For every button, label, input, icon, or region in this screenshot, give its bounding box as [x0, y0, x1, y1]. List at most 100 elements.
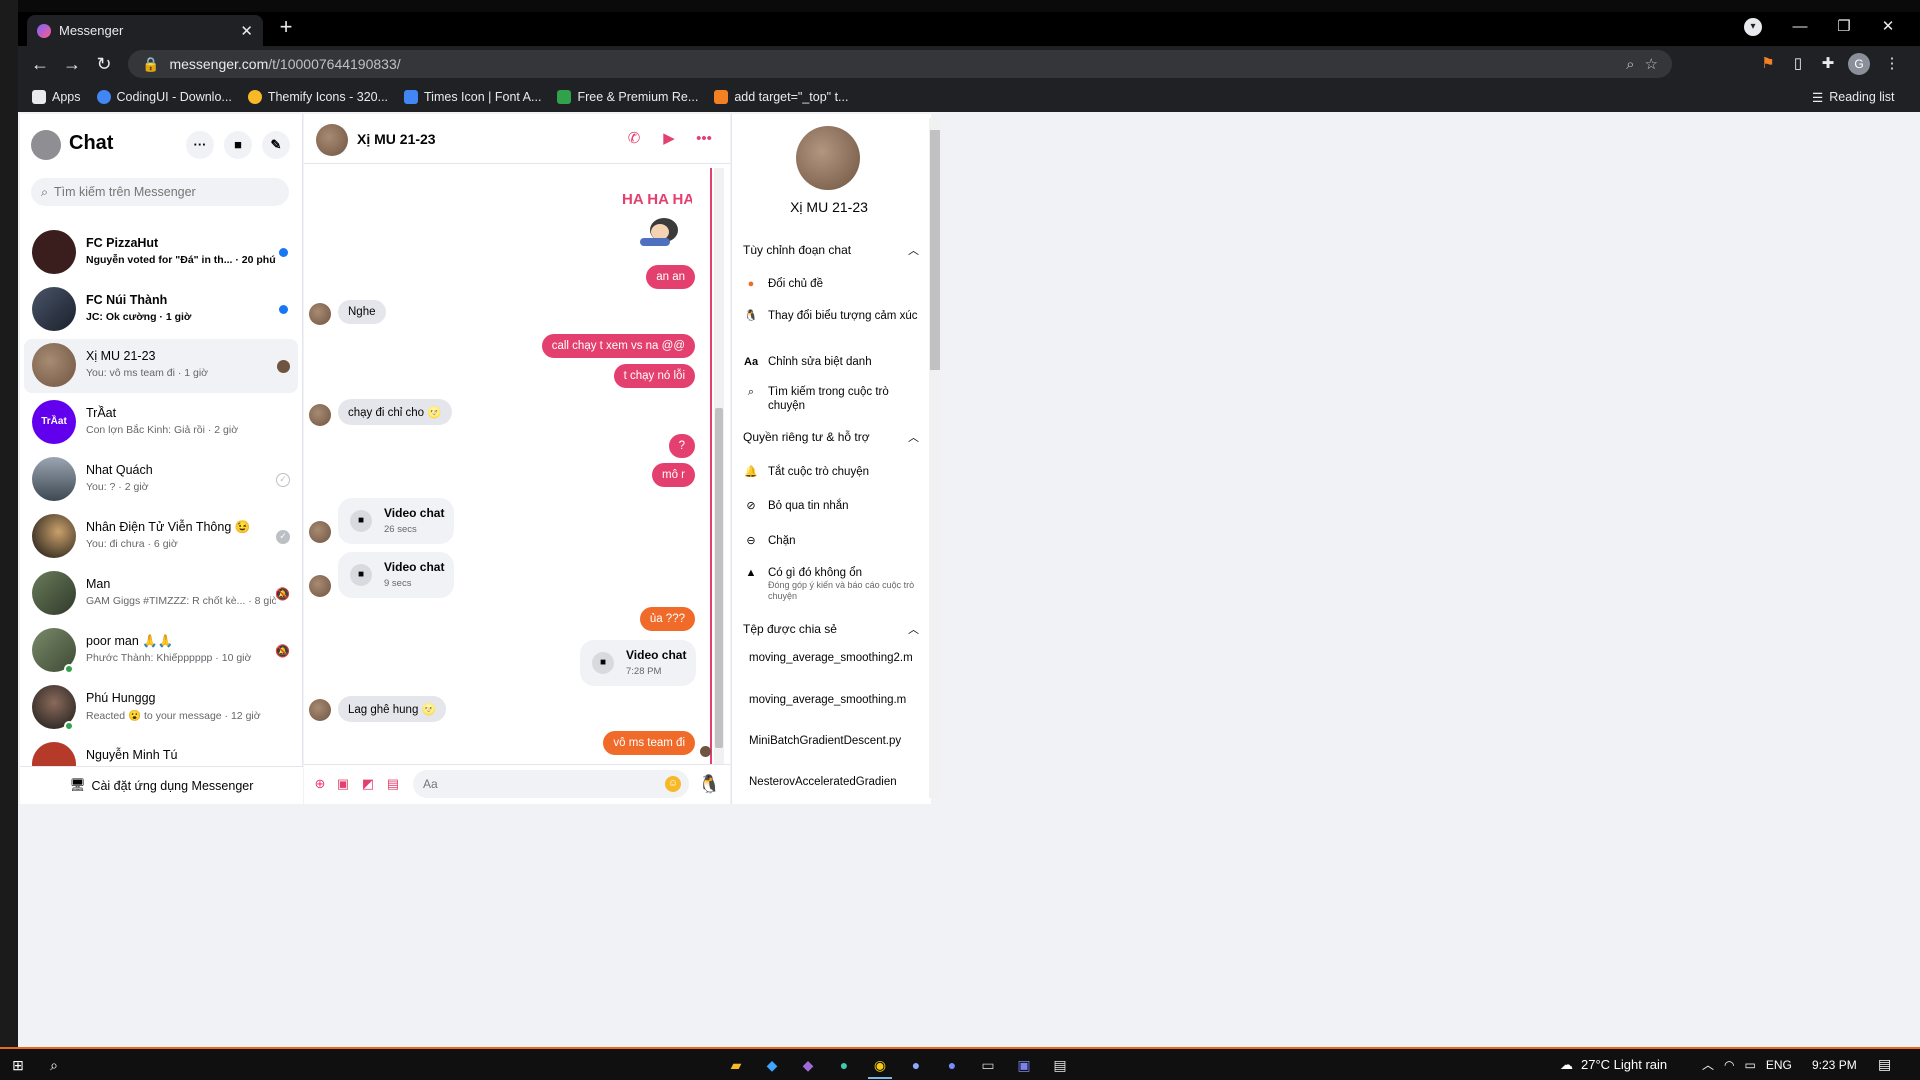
windows-start-icon[interactable]: ⊞ — [6, 1053, 30, 1077]
chevron-up-icon[interactable]: ︿ — [1702, 1056, 1714, 1073]
more-info-icon[interactable]: ••• — [693, 128, 715, 150]
bookmark-themify[interactable]: Themify Icons - 320... — [247, 90, 388, 104]
options-button[interactable]: ··· — [186, 131, 214, 159]
video-chat-card[interactable]: ■ Video chat 7:28 PM — [580, 640, 696, 686]
edge-icon[interactable]: ● — [832, 1053, 856, 1077]
clock[interactable]: 9:23 PM — [1812, 1049, 1857, 1080]
message-in[interactable]: Lag ghê hung 🌝 — [338, 696, 446, 722]
system-tray[interactable]: ︿ ◠ ▭ ENG — [1702, 1049, 1792, 1080]
messenger-icon[interactable]: ● — [904, 1053, 928, 1077]
tab-search-icon[interactable]: ▾ — [1744, 18, 1762, 36]
change-theme-item[interactable]: ● Đổi chủ đề — [744, 277, 920, 291]
reload-button[interactable]: ↻ — [90, 50, 118, 78]
visual-studio-icon[interactable]: ◆ — [796, 1053, 820, 1077]
language-indicator[interactable]: ENG — [1766, 1058, 1792, 1072]
bookmark-add-target[interactable]: add target="_top" t... — [714, 90, 848, 104]
terminal-icon[interactable]: ▭ — [976, 1053, 1000, 1077]
gif-icon[interactable]: ▤ — [384, 775, 402, 793]
weather-widget[interactable]: ☁ 27°C Light rain — [1560, 1049, 1667, 1080]
new-message-button[interactable]: ✎ — [262, 131, 290, 159]
report-item[interactable]: ▲ Có gì đó không ổn Đóng góp ý kiến và báo… — [744, 566, 920, 602]
mute-conversation-item[interactable]: 🔔 Tắt cuộc trò chuyện — [744, 465, 920, 479]
install-messenger-app-link[interactable]: 🖥 Cài đặt ứng dụng Messenger — [20, 766, 303, 804]
extensions-puzzle-icon[interactable]: ✚ — [1816, 52, 1840, 76]
my-avatar[interactable] — [31, 130, 61, 160]
battery-icon[interactable]: ▭ — [1745, 1058, 1756, 1072]
info-scrollbar-thumb[interactable] — [930, 130, 940, 370]
back-button[interactable]: ← — [26, 50, 54, 78]
chat-name[interactable]: Xị MU 21-23 — [357, 131, 436, 147]
conversation-item[interactable]: Man GAM Giggs #TIMZZZ: R chốt kè... · 8 … — [24, 567, 298, 621]
info-avatar[interactable] — [796, 126, 860, 190]
shared-file[interactable]: NesterovAcceleratedGradien — [749, 775, 913, 790]
new-tab-button[interactable]: + — [274, 16, 298, 40]
section-customize-chat[interactable]: Tùy chỉnh đoạn chat ︿ — [743, 240, 919, 260]
conversation-item[interactable]: FC Núi Thành JC: Ok cường · 1 giờ — [24, 283, 298, 337]
chrome-icon[interactable]: ◉ — [868, 1053, 892, 1077]
restore-button[interactable]: ❐ — [1822, 14, 1866, 40]
file-explorer-icon[interactable]: ▰ — [724, 1053, 748, 1077]
chrome-menu-icon[interactable]: ⋮ — [1880, 52, 1904, 76]
search-box[interactable]: ⌕ — [31, 178, 289, 206]
vscode-icon[interactable]: ◆ — [760, 1053, 784, 1077]
forward-button[interactable]: → — [58, 50, 86, 78]
conversation-item[interactable]: poor man 🙏🙏 Phước Thành: Khiếpppppp · 10… — [24, 624, 298, 678]
search-input[interactable] — [54, 185, 275, 199]
bookmark-apps[interactable]: Apps — [32, 90, 81, 104]
extension-icon[interactable]: ⚑ — [1756, 52, 1780, 76]
bookmark-free-premium[interactable]: Free & Premium Re... — [557, 90, 698, 104]
close-window-button[interactable]: ✕ — [1866, 14, 1910, 40]
message-in[interactable]: Nghe — [338, 300, 386, 324]
new-room-button[interactable]: ■ — [224, 131, 252, 159]
message-out[interactable]: ủa ??? — [639, 607, 695, 631]
app-window-icon[interactable]: ▤ — [1048, 1053, 1072, 1077]
conversation-item[interactable]: Nhat Quách You: ? · 2 giờ ✓ — [24, 453, 298, 507]
video-chat-card[interactable]: ■ Video chat 9 secs — [338, 552, 454, 598]
conversation-item[interactable]: Phú Hunggg Reacted 😮 to your message · 1… — [24, 681, 298, 735]
sidebar-icon[interactable]: ▯ — [1786, 52, 1810, 76]
conversation-item[interactable]: TrẦat TrẦat Con lợn Bắc Kinh: Giả rồi · … — [24, 396, 298, 450]
bookmark-star-icon[interactable]: ☆ — [1645, 55, 1658, 73]
sticker-icon[interactable]: ◩ — [359, 775, 377, 793]
conversation-item[interactable]: Nguyễn Minh Tú — [24, 738, 298, 766]
wifi-icon[interactable]: ◠ — [1724, 1058, 1734, 1072]
chat-avatar[interactable] — [316, 124, 348, 156]
change-emoji-item[interactable]: 🐧 Thay đổi biểu tượng cảm xúc — [744, 309, 920, 323]
bookmark-codingui[interactable]: CodingUI - Downlo... — [96, 90, 232, 104]
search-in-conversation-item[interactable]: ⌕ Tìm kiếm trong cuộc trò chuyện — [744, 385, 920, 413]
section-shared-files[interactable]: Tệp được chia sẻ ︿ — [743, 619, 919, 639]
conversation-item[interactable]: Nhân Điện Tử Viễn Thông 😉 You: đi chưa ·… — [24, 510, 298, 564]
shared-file[interactable]: MiniBatchGradientDescent.py — [749, 734, 913, 749]
reading-list-button[interactable]: ☰ Reading list — [1812, 82, 1895, 112]
conversation-item-active[interactable]: Xị MU 21-23 You: vô ms team đi · 1 giờ — [24, 339, 298, 393]
minimize-button[interactable]: — — [1778, 14, 1822, 40]
discord-icon[interactable]: ● — [940, 1053, 964, 1077]
penguin-emoji-send-icon[interactable]: 🐧 — [698, 771, 720, 797]
message-input-box[interactable]: ☺ — [413, 770, 689, 798]
message-out[interactable]: call chạy t xem vs na @@ — [541, 334, 695, 358]
search-icon[interactable]: ⌕ — [42, 1053, 66, 1077]
close-tab-icon[interactable]: ✕ — [240, 22, 253, 40]
address-bar[interactable]: 🔒 messenger.com/t/100007644190833/ ⌕ ☆ — [128, 50, 1672, 78]
teams-icon[interactable]: ▣ — [1012, 1053, 1036, 1077]
zoom-icon[interactable]: ⌕ — [1626, 56, 1634, 73]
thread-scrollbar-thumb[interactable] — [715, 408, 723, 748]
emoji-icon[interactable]: ☺ — [665, 776, 681, 792]
attach-image-icon[interactable]: ▣ — [334, 775, 352, 793]
ignore-messages-item[interactable]: ⊘ Bỏ qua tin nhắn — [744, 499, 920, 513]
browser-tab[interactable]: Messenger ✕ — [27, 15, 263, 46]
bookmark-times-icon[interactable]: Times Icon | Font A... — [404, 90, 541, 104]
block-item[interactable]: ⊖ Chặn — [744, 534, 920, 548]
video-call-icon[interactable]: ▶ — [658, 128, 680, 150]
profile-avatar[interactable]: G — [1848, 53, 1870, 75]
message-out[interactable]: vô ms team đi — [603, 731, 695, 755]
message-out[interactable]: t chạy nó lỗi — [613, 364, 695, 388]
message-in[interactable]: chạy đi chỉ cho 🌝 — [338, 399, 452, 425]
message-out[interactable]: an an — [646, 265, 695, 289]
more-actions-icon[interactable]: ⊕ — [311, 775, 329, 793]
section-privacy-support[interactable]: Quyền riêng tư & hỗ trợ ︿ — [743, 427, 919, 447]
shared-file[interactable]: moving_average_smoothing.m — [749, 693, 913, 708]
message-out[interactable]: mô r — [652, 463, 695, 487]
message-input[interactable] — [423, 777, 653, 791]
notification-icon[interactable]: ▤ — [1878, 1049, 1891, 1080]
